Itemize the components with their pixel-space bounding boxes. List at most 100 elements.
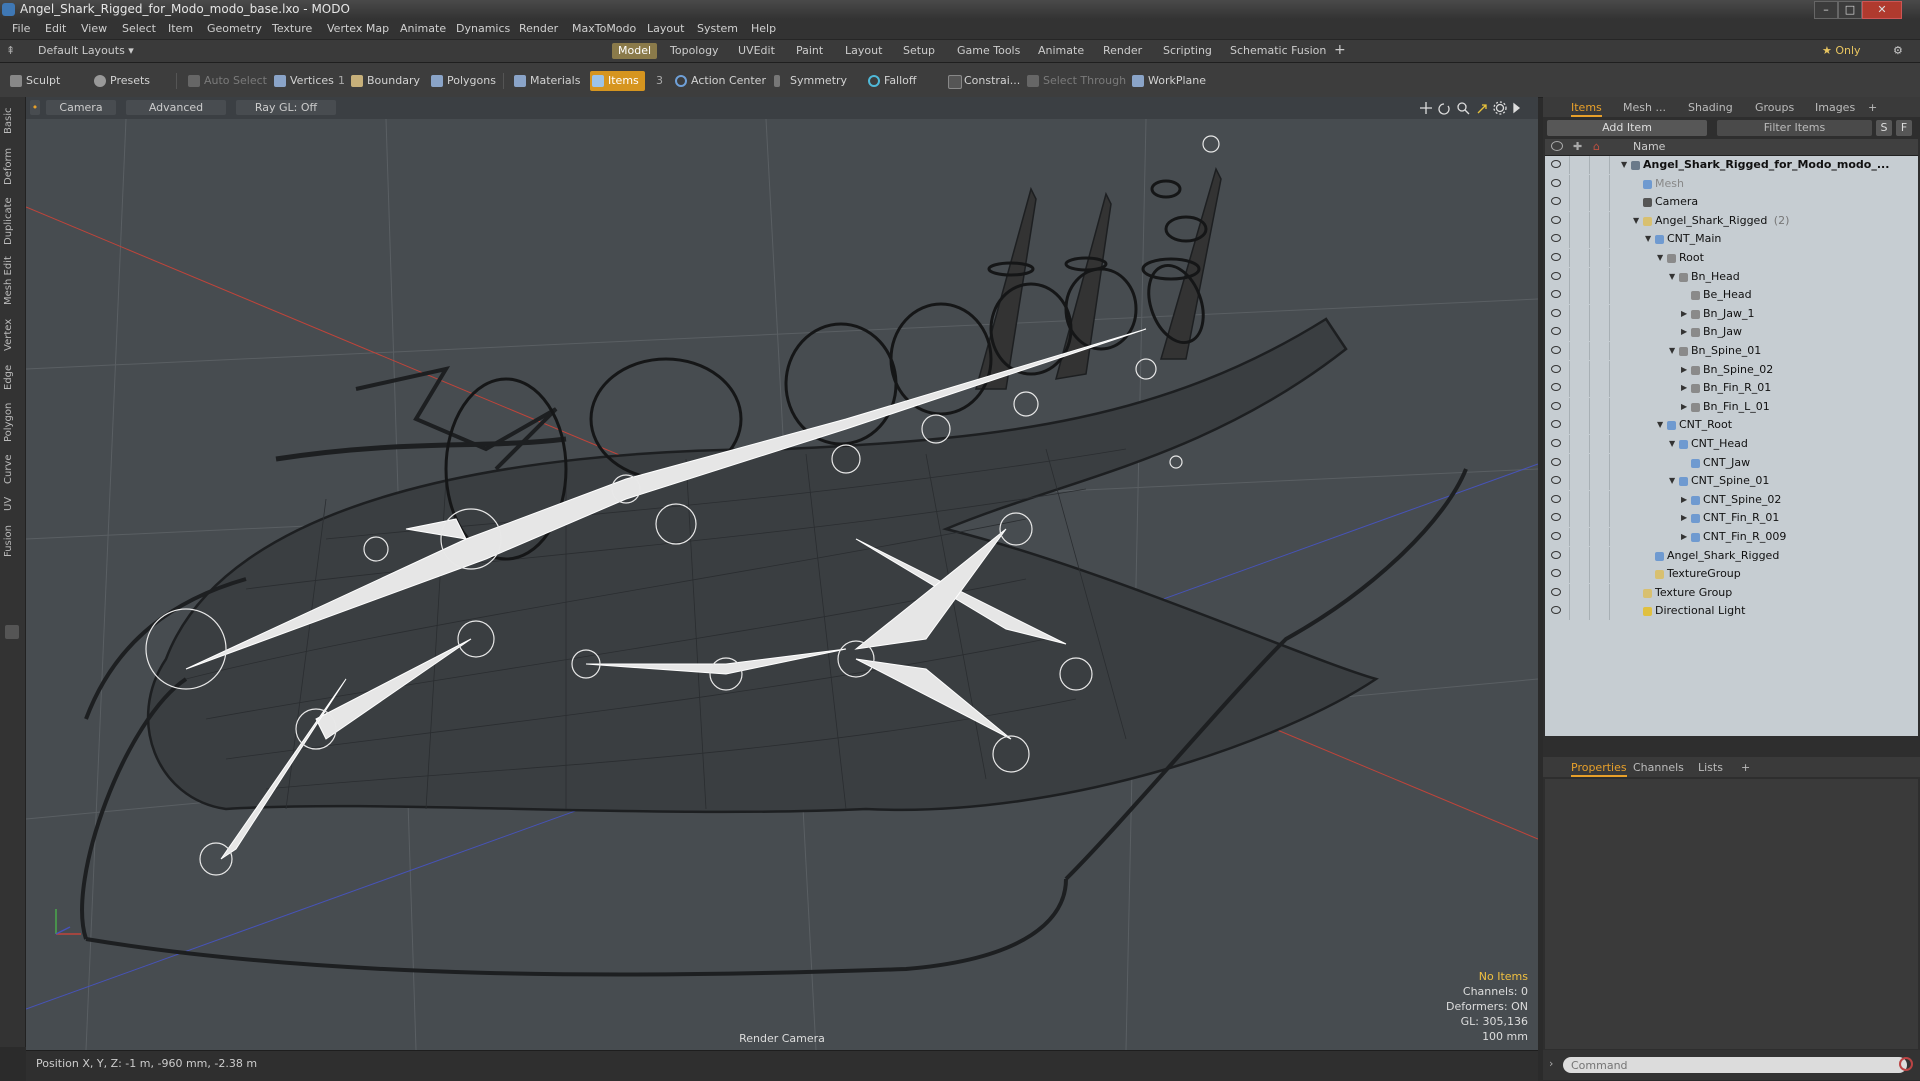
vertices-button[interactable]: Vertices — [272, 71, 334, 91]
add-tab-button[interactable]: + — [1334, 43, 1346, 59]
visibility-eye-icon[interactable] — [1551, 476, 1561, 485]
visibility-eye-icon[interactable] — [1551, 271, 1561, 280]
tab-animate[interactable]: Animate — [1038, 43, 1084, 59]
visibility-eye-icon[interactable] — [1551, 606, 1561, 615]
constrain-button[interactable]: Constrai... — [946, 71, 1020, 91]
tab-setup[interactable]: Setup — [903, 43, 935, 59]
tree-row[interactable]: ▶ CNT_Fin_R_01 — [1545, 509, 1918, 528]
visibility-eye-icon[interactable] — [1551, 234, 1561, 243]
menu-vertex-map[interactable]: Vertex Map — [327, 19, 389, 39]
menu-animate[interactable]: Animate — [400, 19, 446, 39]
tree-row[interactable]: ▶ CNT_Fin_R_009 — [1545, 528, 1918, 546]
maximize-icon[interactable] — [1477, 104, 1487, 114]
visibility-eye-icon[interactable] — [1551, 290, 1561, 299]
only-toggle[interactable]: ★ Only — [1822, 43, 1861, 59]
vtab-uv[interactable]: UV — [3, 493, 21, 515]
tree-row[interactable]: ▼ CNT_Head — [1545, 435, 1918, 453]
visibility-eye-icon[interactable] — [1551, 383, 1561, 392]
left-panel-toggle[interactable] — [5, 625, 19, 639]
tab-shading[interactable]: Shading — [1688, 100, 1733, 115]
tree-row[interactable]: ▼ Bn_Spine_01 — [1545, 342, 1918, 360]
gear-icon[interactable] — [1493, 101, 1507, 115]
command-input[interactable] — [1563, 1057, 1907, 1073]
expand-icon[interactable]: ▶ — [1681, 305, 1687, 323]
tab-images[interactable]: Images — [1815, 100, 1855, 115]
menu-edit[interactable]: Edit — [45, 19, 66, 39]
expand-icon[interactable]: ▶ — [1681, 509, 1687, 527]
tab-lists[interactable]: Lists — [1698, 760, 1723, 775]
vtab-basic[interactable]: Basic — [3, 103, 21, 139]
tree-row[interactable]: ▶ Bn_Jaw — [1545, 323, 1918, 342]
visibility-eye-icon[interactable] — [1551, 160, 1561, 168]
tree-row[interactable]: ▼ CNT_Spine_01 — [1545, 472, 1918, 491]
collapse-icon[interactable]: ▼ — [1669, 342, 1675, 360]
collapse-icon[interactable]: ▼ — [1669, 435, 1675, 453]
tree-row[interactable]: Be_Head — [1545, 286, 1918, 305]
visibility-eye-icon[interactable] — [1551, 178, 1561, 187]
tree-row[interactable]: CNT_Jaw — [1545, 453, 1918, 472]
boundary-button[interactable]: Boundary — [349, 71, 420, 91]
materials-button[interactable]: Materials — [512, 71, 580, 91]
command-stop-icon[interactable] — [1899, 1057, 1913, 1071]
tab-game-tools[interactable]: Game Tools — [957, 43, 1020, 59]
workplane-button[interactable]: WorkPlane — [1130, 71, 1206, 91]
tree-row[interactable]: ▶ CNT_Spine_02 — [1545, 490, 1918, 509]
collapse-icon[interactable]: ▼ — [1669, 268, 1675, 286]
vtab-vertex[interactable]: Vertex — [3, 315, 21, 355]
tree-row[interactable]: ▶ Bn_Spine_02 — [1545, 360, 1918, 379]
vtab-deform[interactable]: Deform — [3, 145, 21, 187]
menu-select[interactable]: Select — [122, 19, 156, 39]
visibility-eye-icon[interactable] — [1551, 364, 1561, 373]
layout-gear-icon[interactable]: ⚙ — [1893, 43, 1903, 59]
vtab-mesh-edit[interactable]: Mesh Edit — [3, 255, 21, 307]
raygl-button[interactable]: Ray GL: Off — [236, 100, 336, 115]
tree-row[interactable]: ▼ Angel_Shark_Rigged (2) — [1545, 211, 1918, 230]
vtab-polygon[interactable]: Polygon — [3, 399, 21, 445]
f-button[interactable]: F — [1896, 120, 1912, 136]
visibility-eye-icon[interactable] — [1551, 215, 1561, 224]
maximize-button[interactable]: □ — [1838, 1, 1862, 19]
menu-system[interactable]: System — [697, 19, 738, 39]
tree-row[interactable]: Camera — [1545, 193, 1918, 212]
tab-paint[interactable]: Paint — [796, 43, 823, 59]
items-button[interactable]: Items — [590, 71, 645, 91]
vtab-curve[interactable]: Curve — [3, 451, 21, 487]
layout-select[interactable]: Default Layouts ▾ — [38, 43, 134, 59]
tree-row[interactable]: Angel_Shark_Rigged — [1545, 546, 1918, 565]
visibility-eye-icon[interactable] — [1551, 308, 1561, 317]
expand-icon[interactable]: ▶ — [1681, 379, 1687, 397]
tree-row[interactable]: Mesh — [1545, 174, 1918, 193]
menu-texture[interactable]: Texture — [272, 19, 312, 39]
collapse-icon[interactable]: ▼ — [1669, 472, 1675, 490]
rotate-icon[interactable] — [1438, 103, 1450, 115]
sculpt-button[interactable]: Sculpt — [8, 71, 60, 91]
tab-layout[interactable]: Layout — [845, 43, 882, 59]
advanced-button[interactable]: Advanced — [126, 100, 226, 115]
add-panel-tab[interactable]: + — [1868, 100, 1877, 115]
tab-mesh[interactable]: Mesh ... — [1623, 100, 1666, 115]
menu-view[interactable]: View — [81, 19, 107, 39]
visibility-eye-icon[interactable] — [1551, 327, 1561, 336]
visibility-eye-icon[interactable] — [1551, 439, 1561, 447]
visibility-eye-icon[interactable] — [1551, 532, 1561, 540]
visibility-eye-icon[interactable] — [1551, 457, 1561, 466]
tab-model[interactable]: Model — [612, 43, 658, 59]
tree-row[interactable]: ▼ CNT_Root — [1545, 416, 1918, 435]
collapse-icon[interactable]: ▼ — [1633, 212, 1639, 230]
falloff-button[interactable]: Falloff — [866, 71, 916, 91]
tree-row[interactable]: ▶ Bn_Jaw_1 — [1545, 304, 1918, 323]
auto-select-button[interactable]: Auto Select — [186, 71, 267, 91]
menu-geometry[interactable]: Geometry — [207, 19, 262, 39]
expand-icon[interactable]: ▶ — [1681, 528, 1687, 546]
collapse-icon[interactable]: ▼ — [1657, 416, 1663, 434]
tree-row[interactable]: ▼ Root — [1545, 249, 1918, 267]
tab-items[interactable]: Items — [1571, 100, 1602, 117]
collapse-icon[interactable]: ▼ — [1645, 230, 1651, 248]
collapse-icon[interactable]: ▼ — [1621, 156, 1627, 174]
visibility-eye-icon[interactable] — [1551, 569, 1561, 578]
arrow-icon[interactable] — [1513, 102, 1521, 114]
collapse-icon[interactable]: ▼ — [1657, 249, 1663, 267]
tab-groups[interactable]: Groups — [1755, 100, 1794, 115]
name-column-header[interactable]: Name — [1633, 140, 1665, 153]
3d-viewport[interactable]: • Camera Advanced Ray GL: Off No Items C… — [26, 97, 1538, 1050]
